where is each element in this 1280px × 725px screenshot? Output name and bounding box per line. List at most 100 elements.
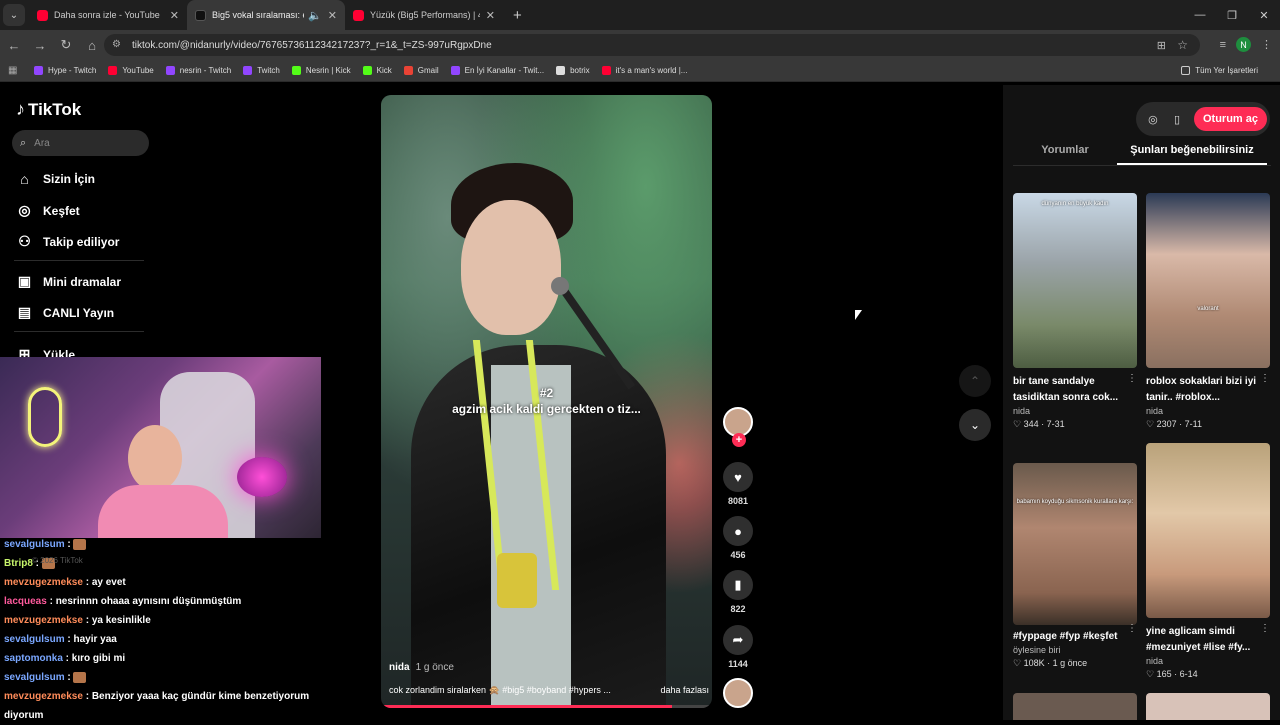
streamer-face: [128, 425, 182, 491]
chat-text: ya kesinlikle: [91, 615, 151, 626]
new-tab-button[interactable]: +: [513, 7, 522, 24]
video-thumbnail[interactable]: valorant: [1146, 193, 1270, 368]
browser-tab-youtube-2[interactable]: Yüzük (Big5 Performans) | 4. G ✕: [345, 0, 503, 30]
tab-comments[interactable]: Yorumlar: [1013, 140, 1117, 165]
media-control-icon[interactable]: ≡: [1220, 39, 1226, 51]
browser-tab-youtube[interactable]: Daha sonra izle - YouTube ✕: [29, 0, 187, 30]
login-button[interactable]: Oturum aç: [1193, 107, 1267, 131]
card-likes: 108K: [1023, 658, 1045, 668]
bookmark-item[interactable]: En İyi Kanallar - Twit...: [450, 66, 544, 75]
close-icon[interactable]: ✕: [170, 9, 179, 22]
audio-icon[interactable]: 🔈: [308, 9, 322, 22]
search-input[interactable]: ⌕ Ara: [12, 130, 149, 156]
forward-icon[interactable]: →: [28, 38, 52, 53]
divider: [14, 260, 144, 261]
description-text: cok zorlandim siralarken 🙊 #big5 #boyban…: [389, 685, 611, 695]
bookmark-item[interactable]: Kick: [362, 66, 392, 75]
tab-suggestions[interactable]: Şunları beğenebilirsiniz: [1117, 140, 1267, 165]
home-icon[interactable]: ⌂: [80, 38, 104, 53]
heart-icon: ♡: [1146, 669, 1157, 679]
video-caption: #2 agzim acik kaldi gercekten o tiz...: [381, 385, 712, 417]
more-options-icon[interactable]: ⋮: [1260, 373, 1270, 384]
suggested-video-card[interactable]: dünyanın en büyük kadın ⋮ bir tane sanda…: [1013, 193, 1137, 430]
card-stats: ♡ 344 · 7-31: [1013, 419, 1137, 430]
nav-following[interactable]: ⚇ Takip ediliyor: [16, 233, 119, 250]
card-author[interactable]: nida: [1146, 656, 1270, 666]
bookmark-label: nesrin - Twitch: [179, 66, 232, 75]
more-options-icon[interactable]: ⋮: [1127, 623, 1137, 634]
bookmark-icon: ▮: [723, 570, 753, 600]
address-bar[interactable]: ⚙ tiktok.com/@nidanurly/video/7676573611…: [104, 34, 1200, 56]
compass-icon[interactable]: ◎: [1146, 113, 1160, 126]
close-window-icon[interactable]: ✕: [1248, 9, 1280, 22]
chat-message: mevzugezmekse : ay evet: [4, 573, 340, 592]
nav-for-you[interactable]: ⌂ Sizin İçin: [16, 171, 95, 187]
video-player[interactable]: #2 agzim acik kaldi gercekten o tiz... n…: [381, 95, 712, 708]
previous-video-button[interactable]: ⌃: [959, 365, 991, 397]
share-button[interactable]: ➦ 1144: [722, 625, 754, 669]
bookmark-item[interactable]: Twitch: [243, 66, 280, 75]
video-thumbnail[interactable]: babamın koyduğu sikmsonik kurallara karş…: [1013, 463, 1137, 625]
tiktok-logo[interactable]: ♪ TikTok: [16, 99, 81, 120]
site-info-icon[interactable]: ⚙: [112, 39, 124, 51]
suggested-video-card[interactable]: babamın koyduğu sikmsonik kurallara karş…: [1013, 443, 1137, 669]
like-button[interactable]: ♥ 8081: [722, 462, 754, 506]
reload-icon[interactable]: ↻: [54, 37, 78, 53]
tab-title: Yüzük (Big5 Performans) | 4. G: [370, 10, 480, 20]
suggested-video-card[interactable]: valorant ⋮ roblox sokaklari bizi iyi tan…: [1146, 193, 1270, 430]
bookmark-item[interactable]: botrix: [556, 66, 590, 75]
more-options-icon[interactable]: ⋮: [1260, 623, 1270, 634]
device-icon[interactable]: ▯: [1170, 113, 1184, 126]
bookmark-item[interactable]: Nesrin | Kick: [291, 66, 351, 75]
browser-tab-strip: ⌄ Daha sonra izle - YouTube ✕ Big5 vokal…: [0, 0, 1280, 30]
bookmark-item[interactable]: it's a man's world |...: [601, 66, 687, 75]
card-author[interactable]: nida: [1013, 406, 1137, 416]
back-icon[interactable]: ←: [2, 38, 26, 53]
save-button[interactable]: ▮ 822: [722, 570, 754, 614]
bookmark-item[interactable]: Hype - Twitch: [34, 66, 96, 75]
nav-mini-dramas[interactable]: ▣ Mini dramalar: [16, 273, 121, 290]
caption-text: agzim acik kaldi gercekten o tiz...: [452, 402, 641, 416]
close-icon[interactable]: ✕: [486, 9, 495, 22]
bookmark-item[interactable]: nesrin - Twitch: [165, 66, 232, 75]
suggested-video-card[interactable]: ⋮ yine aglicam simdi #mezuniyet #lise #f…: [1146, 443, 1270, 680]
nav-label: Sizin İçin: [43, 172, 96, 186]
bookmark-item[interactable]: YouTube: [108, 66, 154, 75]
suggested-video-card-partial[interactable]: [1146, 693, 1270, 720]
close-icon[interactable]: ✕: [328, 9, 337, 22]
tab-search-button[interactable]: ⌄: [3, 4, 25, 26]
translate-icon[interactable]: ⊞: [1157, 39, 1166, 52]
more-options-icon[interactable]: ⋮: [1127, 373, 1137, 384]
all-bookmarks[interactable]: Tüm Yer İşaretleri: [1181, 66, 1258, 75]
bookmark-star-icon[interactable]: ☆: [1177, 38, 1188, 52]
video-thumbnail[interactable]: dünyanın en büyük kadın: [1013, 193, 1137, 368]
youtube-icon: [353, 9, 364, 21]
nav-explore[interactable]: ◎ Keşfet: [16, 202, 79, 219]
nav-live[interactable]: ▤ CANLI Yayın: [16, 304, 114, 321]
chat-username: sevalgulsum: [4, 634, 65, 645]
suggested-video-card-partial[interactable]: [1013, 693, 1137, 720]
more-link[interactable]: daha fazlası: [660, 685, 709, 696]
card-author[interactable]: nida: [1146, 406, 1270, 416]
profile-avatar[interactable]: N: [1236, 37, 1251, 52]
bookmark-item[interactable]: Gmail: [403, 66, 439, 75]
video-author[interactable]: nida: [389, 662, 410, 673]
minimize-icon[interactable]: —: [1184, 9, 1216, 21]
chat-emote-icon: [73, 671, 87, 683]
music-disc-avatar[interactable]: [723, 678, 753, 708]
chat-message: sevalgulsum :: [4, 668, 340, 687]
caption-number: #2: [539, 386, 554, 400]
bookmark-label: botrix: [570, 66, 590, 75]
card-author[interactable]: öylesine biri: [1013, 645, 1137, 655]
video-progress-bar[interactable]: [381, 705, 712, 708]
comment-button[interactable]: ● 456: [722, 516, 754, 560]
chat-username: sevalgulsum: [4, 672, 65, 683]
apps-grid-icon[interactable]: ▦: [8, 65, 20, 76]
menu-icon[interactable]: ⋮: [1261, 38, 1272, 51]
browser-tab-tiktok[interactable]: Big5 vokal sıralaması: en iyi 🔈 ✕: [187, 0, 345, 30]
chat-username: lacqueas: [4, 596, 47, 607]
next-video-button[interactable]: ⌄: [959, 409, 991, 441]
follow-plus-button[interactable]: +: [732, 433, 746, 447]
video-thumbnail[interactable]: [1146, 443, 1270, 618]
restore-icon[interactable]: ❐: [1216, 9, 1248, 22]
